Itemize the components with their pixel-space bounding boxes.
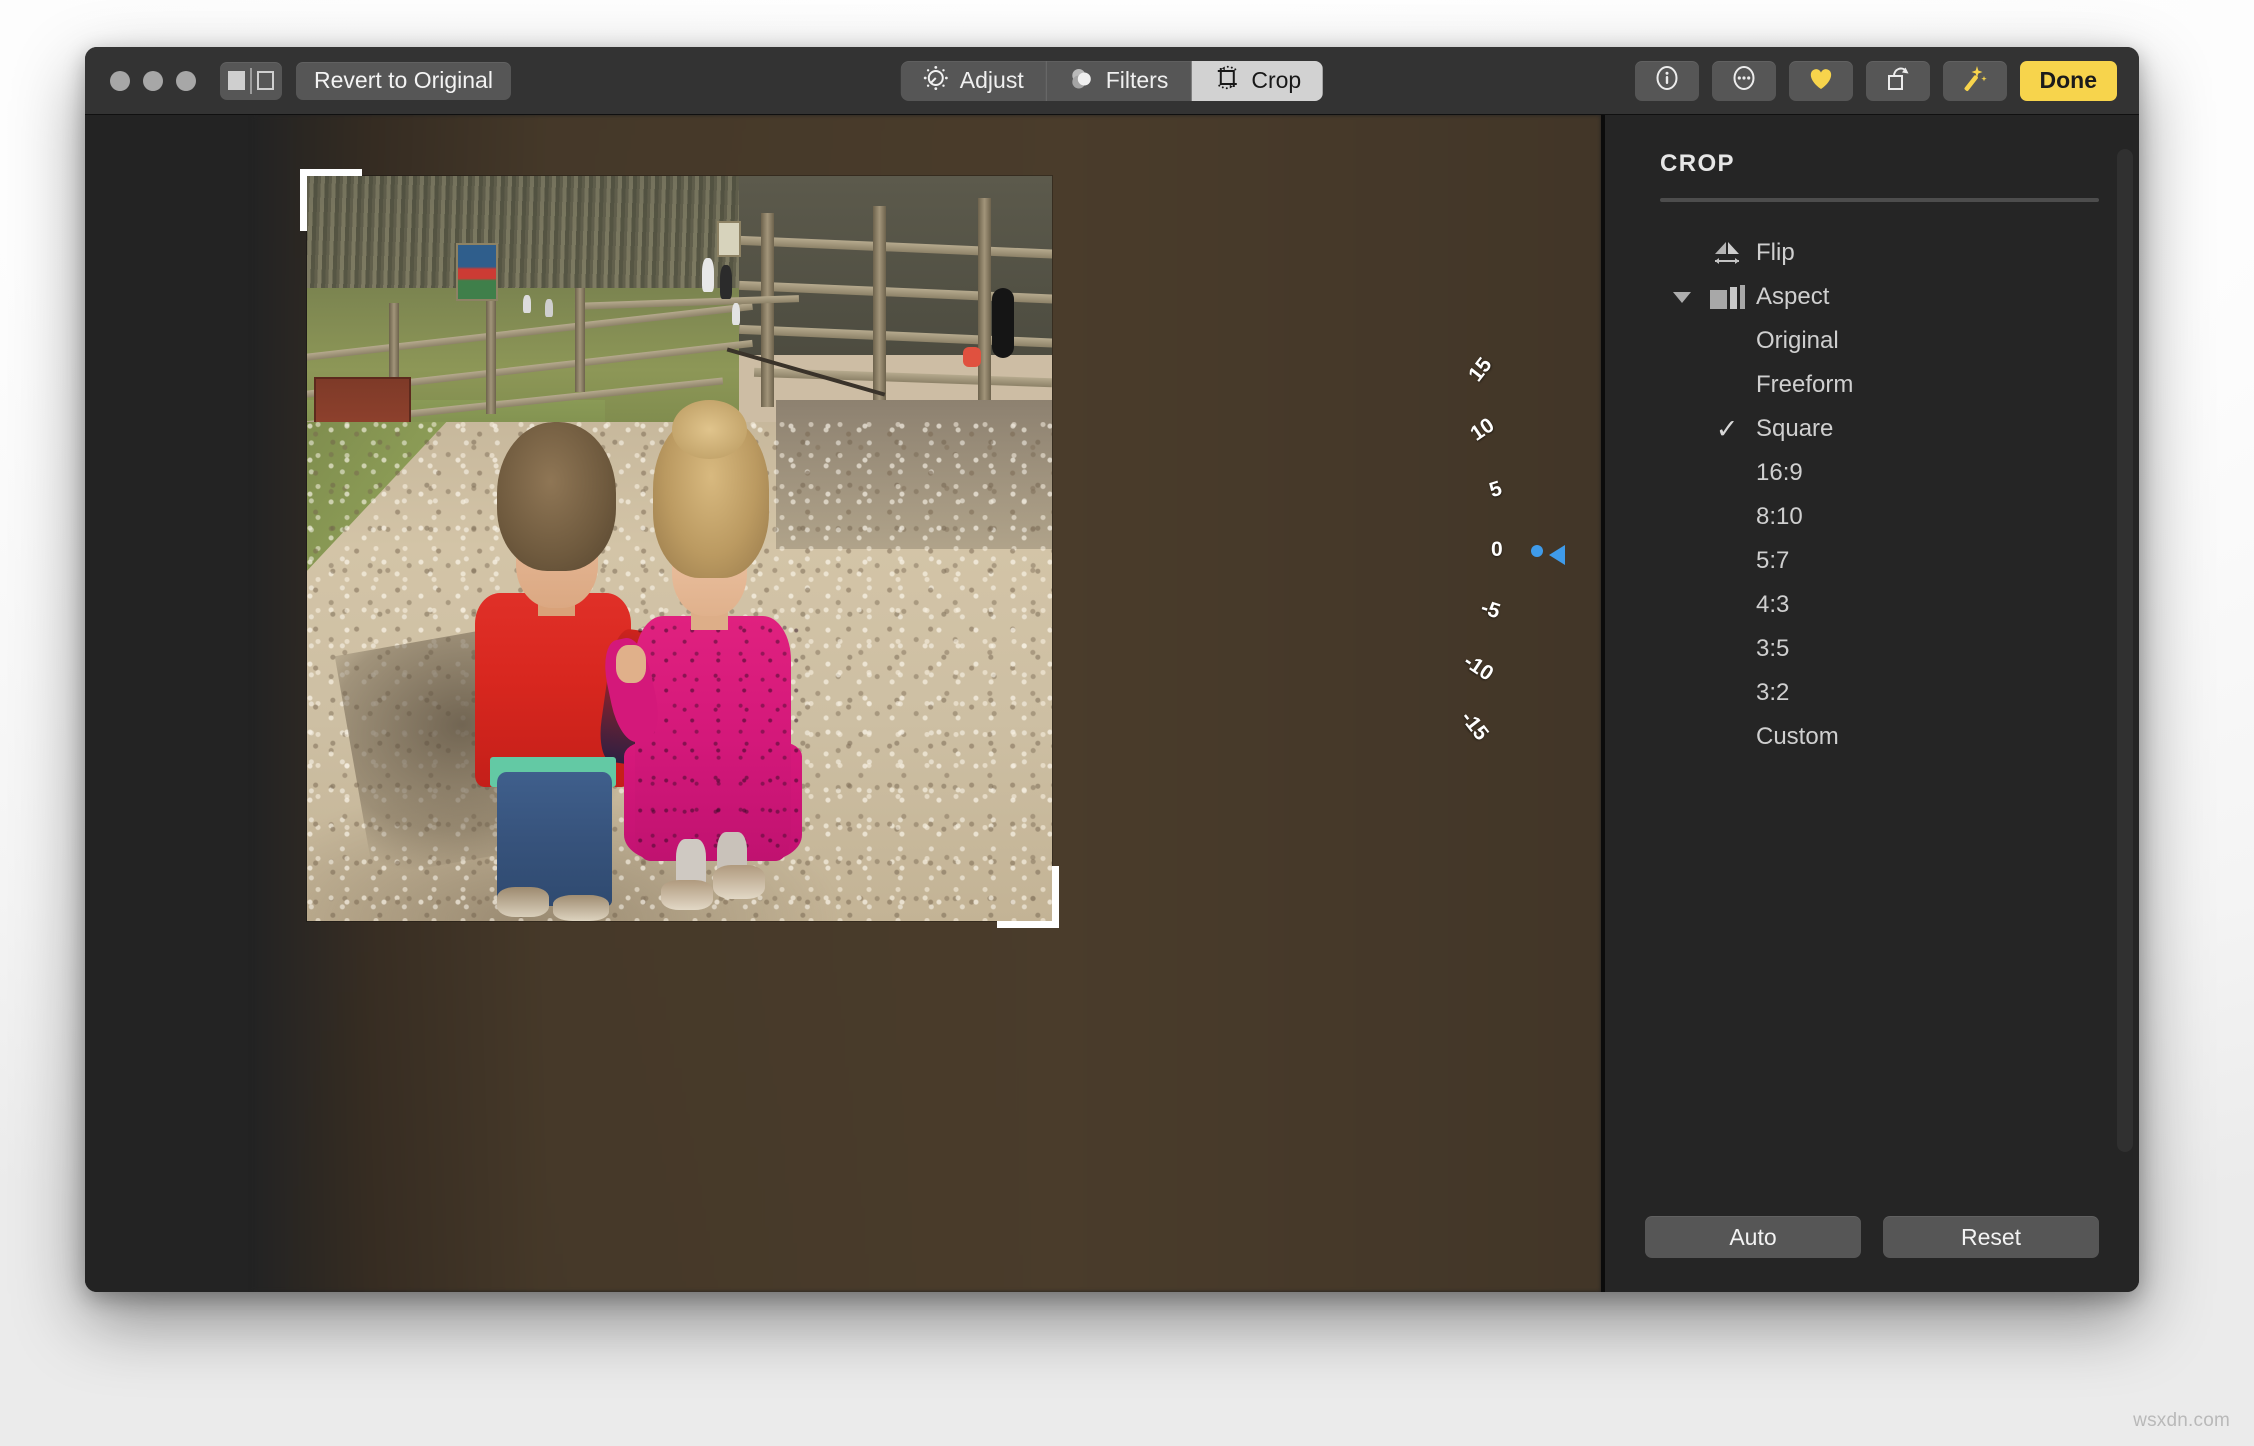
dial-label-0: 0 — [1491, 538, 1503, 562]
crop-handle-left-top[interactable] — [300, 169, 307, 231]
straighten-dial[interactable]: 15 10 5 0 -5 -10 -15 — [1463, 370, 1593, 870]
aspect-option-label: Square — [1756, 415, 1833, 443]
heart-icon — [1806, 64, 1836, 97]
aspect-option-8-10[interactable]: 8:10 — [1660, 495, 2099, 539]
aspect-option-label: 4:3 — [1756, 591, 1789, 619]
aspect-option-custom[interactable]: Custom — [1660, 715, 2099, 759]
enhance-button[interactable] — [1943, 61, 2007, 101]
crop-handle-right-bottom[interactable] — [1052, 866, 1059, 928]
sidebar-item-flip[interactable]: Flip — [1660, 231, 2099, 275]
tab-adjust[interactable]: Adjust — [901, 61, 1047, 101]
crop-sidebar: CROP Flip — [1605, 115, 2139, 1292]
favorite-button[interactable] — [1789, 61, 1853, 101]
checkmark-icon: ✓ — [1704, 416, 1750, 443]
aspect-option-label: 16:9 — [1756, 459, 1803, 487]
aspect-option-freeform[interactable]: Freeform — [1660, 363, 2099, 407]
triangle-down-icon[interactable] — [1660, 292, 1704, 303]
tab-crop-label: Crop — [1251, 67, 1301, 94]
sidebar-toggle-glyph — [228, 68, 274, 94]
aspect-option-3-2[interactable]: 3:2 — [1660, 671, 2099, 715]
desktop-background: Revert to Original A — [0, 0, 2254, 1446]
tab-adjust-label: Adjust — [960, 67, 1024, 94]
minimize-button[interactable] — [143, 71, 163, 91]
done-button[interactable]: Done — [2020, 61, 2118, 101]
aspect-option-label: 5:7 — [1756, 547, 1789, 575]
crop-handle-top-left[interactable] — [300, 169, 362, 176]
aspect-option-5-7[interactable]: 5:7 — [1660, 539, 2099, 583]
aspect-option-label: 3:2 — [1756, 679, 1789, 707]
sidebar-scrollbar[interactable] — [2117, 149, 2133, 1152]
more-button[interactable] — [1712, 61, 1776, 101]
aspect-option-square[interactable]: ✓ Square — [1660, 407, 2099, 451]
tab-crop[interactable]: Crop — [1191, 61, 1323, 101]
edit-mode-segmented-control[interactable]: Adjust Filters — [901, 61, 1323, 101]
aspect-option-label: 8:10 — [1756, 503, 1803, 531]
sidebar-item-aspect-label: Aspect — [1756, 283, 1829, 311]
photo-canvas-area: 15 10 5 0 -5 -10 -15 — [85, 115, 1601, 1292]
info-circle-icon — [1652, 63, 1682, 98]
auto-button[interactable]: Auto — [1645, 1216, 1861, 1258]
info-button[interactable] — [1635, 61, 1699, 101]
dial-label-5: 5 — [1487, 477, 1506, 503]
ellipsis-circle-icon — [1729, 63, 1759, 98]
watermark: wsxdn.com — [2133, 1410, 2230, 1432]
tab-filters-label: Filters — [1106, 67, 1169, 94]
aspect-ratio-icon — [1704, 285, 1750, 309]
dial-label-neg10: -10 — [1459, 650, 1498, 687]
revert-to-original-button[interactable]: Revert to Original — [296, 62, 511, 100]
dial-pointer-icon — [1549, 545, 1565, 565]
aspect-option-3-5[interactable]: 3:5 — [1660, 627, 2099, 671]
maximize-button[interactable] — [176, 71, 196, 91]
window-toolbar: Revert to Original A — [85, 47, 2139, 115]
tab-filters[interactable]: Filters — [1047, 61, 1192, 101]
sidebar-title: CROP — [1660, 150, 1735, 178]
aspect-option-original[interactable]: Original — [1660, 319, 2099, 363]
reset-button[interactable]: Reset — [1883, 1216, 2099, 1258]
sidebar-item-flip-label: Flip — [1756, 239, 1795, 267]
dial-label-10: 10 — [1466, 414, 1499, 447]
window-traffic-lights[interactable] — [110, 71, 196, 91]
aspect-option-16-9[interactable]: 16:9 — [1660, 451, 2099, 495]
sidebar-item-aspect[interactable]: Aspect — [1660, 275, 2099, 319]
sidebar-toggle-icon[interactable] — [220, 62, 282, 100]
crop-handle-bottom-right[interactable] — [997, 921, 1059, 928]
aspect-option-label: Custom — [1756, 723, 1839, 751]
aspect-option-4-3[interactable]: 4:3 — [1660, 583, 2099, 627]
photo-image[interactable] — [307, 176, 1052, 921]
adjust-dial-icon — [923, 65, 949, 97]
magic-wand-icon — [1960, 63, 1990, 98]
filters-circles-icon — [1069, 65, 1095, 97]
photos-editor-window: Revert to Original A — [85, 47, 2139, 1292]
flip-horizontal-icon — [1704, 238, 1750, 268]
aspect-option-label: Original — [1756, 327, 1839, 355]
sidebar-title-rule — [1660, 198, 2099, 202]
dial-label-neg5: -5 — [1478, 596, 1503, 625]
aspect-option-label: 3:5 — [1756, 635, 1789, 663]
crop-frame[interactable] — [307, 176, 1052, 921]
rotate-button[interactable] — [1866, 61, 1930, 101]
dial-current-dot — [1531, 545, 1543, 557]
aspect-option-label: Freeform — [1756, 371, 1853, 399]
crop-frame-icon — [1213, 64, 1240, 97]
close-button[interactable] — [110, 71, 130, 91]
rotate-counterclockwise-icon — [1883, 63, 1913, 98]
